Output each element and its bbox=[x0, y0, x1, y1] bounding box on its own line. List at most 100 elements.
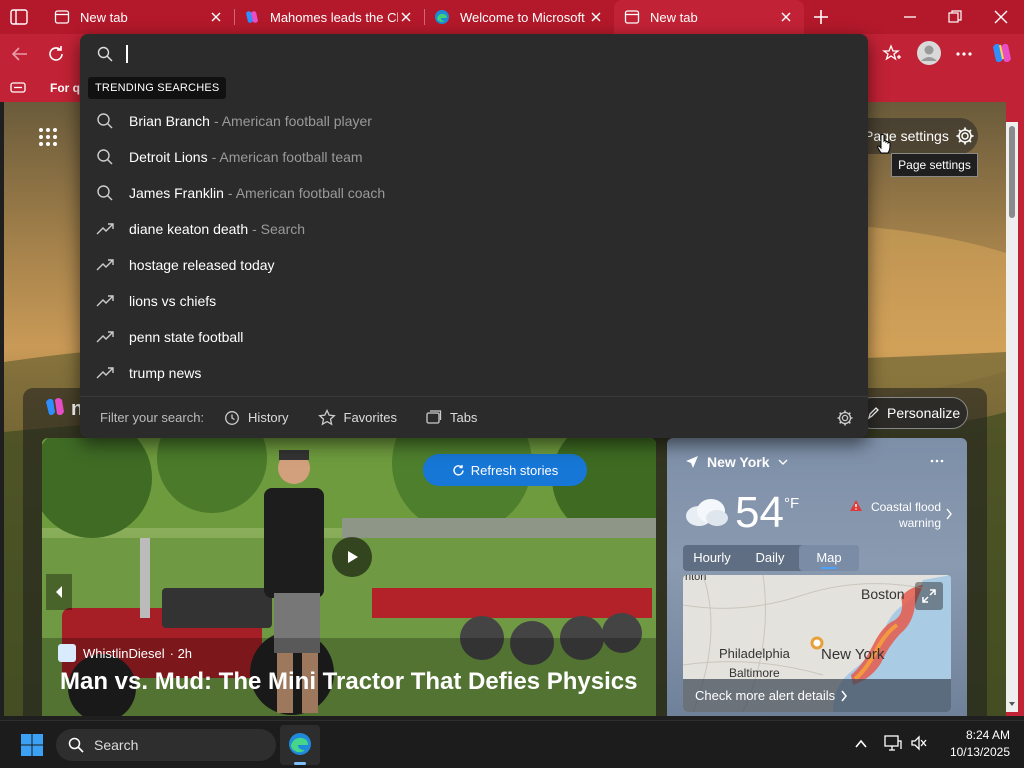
more-options-icon[interactable] bbox=[954, 44, 974, 64]
source-logo-icon bbox=[58, 644, 76, 662]
taskbar-edge-button[interactable] bbox=[280, 725, 320, 765]
tab-mahomes[interactable]: Mahomes leads the Chie bbox=[234, 0, 424, 34]
reading-icon[interactable] bbox=[10, 81, 26, 95]
star-icon bbox=[317, 409, 336, 426]
weather-alert[interactable]: Coastal flood warning bbox=[857, 499, 941, 531]
suggestion-text: Brian Branch bbox=[129, 113, 210, 129]
suggestion-item[interactable]: Detroit Lions - American football team bbox=[80, 139, 868, 175]
tab-new-tab-active[interactable]: New tab bbox=[614, 0, 804, 34]
search-settings-gear-icon[interactable] bbox=[836, 409, 854, 427]
weather-map[interactable]: nton Boston Philadelphia Baltimore New Y… bbox=[683, 575, 951, 712]
history-icon bbox=[224, 410, 240, 426]
suggestion-text: diane keaton death bbox=[129, 221, 249, 237]
filter-tabs[interactable]: Tabs bbox=[426, 410, 477, 425]
minimize-icon[interactable] bbox=[902, 8, 918, 26]
suggestion-item[interactable]: penn state football bbox=[80, 319, 868, 355]
edge-icon bbox=[288, 732, 312, 756]
copilot-icon[interactable] bbox=[990, 41, 1014, 65]
chevron-up-icon[interactable] bbox=[854, 737, 868, 751]
gear-icon bbox=[955, 126, 975, 146]
newtab-icon bbox=[54, 9, 70, 25]
trending-icon bbox=[96, 220, 114, 238]
alert-line-1: Coastal flood bbox=[870, 500, 941, 514]
story-headline[interactable]: Man vs. Mud: The Mini Tractor That Defie… bbox=[60, 668, 637, 696]
tab-hourly[interactable]: Hourly bbox=[683, 545, 741, 571]
pencil-icon bbox=[867, 406, 879, 420]
cloud-icon bbox=[683, 496, 729, 528]
tab-title: Welcome to Microsoft E bbox=[460, 9, 588, 25]
map-label-boston: Boston bbox=[861, 586, 905, 602]
temperature-unit: °F bbox=[784, 495, 800, 512]
mouse-cursor-icon bbox=[876, 134, 892, 158]
tab-selected-indicator bbox=[821, 567, 837, 569]
trending-icon bbox=[96, 256, 114, 274]
taskbar-search[interactable]: Search bbox=[56, 729, 276, 761]
suggestion-item[interactable]: Brian Branch - American football player bbox=[80, 103, 868, 139]
suggestion-item[interactable]: James Franklin - American football coach bbox=[80, 175, 868, 211]
chevron-right-icon[interactable] bbox=[945, 508, 953, 520]
display-icon[interactable] bbox=[884, 735, 902, 751]
msn-logo-icon bbox=[44, 396, 68, 420]
weather-tabs: Hourly Daily Map bbox=[683, 545, 859, 571]
tab-actions-icon[interactable] bbox=[10, 9, 28, 25]
suggestion-item[interactable]: diane keaton death - Search bbox=[80, 211, 868, 247]
windows-start-icon[interactable] bbox=[20, 733, 44, 757]
tab-daily[interactable]: Daily bbox=[741, 545, 799, 571]
filter-favorites[interactable]: Favorites bbox=[317, 409, 397, 426]
temperature: 54 bbox=[735, 488, 784, 537]
profile-avatar[interactable] bbox=[916, 40, 942, 66]
play-video-button[interactable] bbox=[332, 537, 372, 577]
expand-map-button[interactable] bbox=[915, 582, 943, 610]
search-icon bbox=[96, 148, 114, 166]
edge-icon bbox=[434, 9, 450, 25]
tab-new-tab-1[interactable]: New tab bbox=[44, 0, 234, 34]
close-window-icon[interactable] bbox=[993, 8, 1009, 26]
refresh-icon[interactable] bbox=[46, 44, 66, 64]
personalize-button[interactable]: Personalize bbox=[856, 397, 968, 429]
story-source[interactable]: WhistlinDiesel · 2h bbox=[58, 644, 192, 662]
tab-map[interactable]: Map bbox=[799, 545, 859, 571]
suggestion-text: James Franklin bbox=[129, 185, 224, 201]
tab-title: New tab bbox=[80, 9, 128, 25]
close-tab-icon[interactable] bbox=[778, 9, 794, 25]
previous-story-button[interactable] bbox=[46, 574, 72, 610]
trending-icon bbox=[96, 364, 114, 382]
clock[interactable]: 8:24 AM 10/13/2025 bbox=[940, 727, 1010, 761]
refresh-icon bbox=[452, 464, 465, 477]
app-launcher-icon[interactable] bbox=[38, 127, 58, 147]
speaker-muted-icon[interactable] bbox=[910, 735, 928, 751]
map-label-philadelphia: Philadelphia bbox=[719, 646, 790, 661]
filter-label: Filter your search: bbox=[100, 410, 205, 425]
close-tab-icon[interactable] bbox=[208, 9, 224, 25]
suggestion-item[interactable]: hostage released today bbox=[80, 247, 868, 283]
source-name: WhistlinDiesel bbox=[83, 645, 165, 661]
map-label-new-york: New York bbox=[821, 646, 885, 663]
weather-location[interactable]: New York bbox=[685, 454, 788, 470]
back-arrow-icon[interactable] bbox=[10, 44, 30, 64]
favorites-star-icon[interactable] bbox=[882, 44, 902, 64]
time: 8:24 AM bbox=[965, 728, 1010, 742]
filter-history[interactable]: History bbox=[224, 410, 289, 426]
tab-title: Mahomes leads the Chie bbox=[270, 9, 398, 25]
weather-card[interactable]: New York 54 °F Coastal flood warning Hou… bbox=[667, 438, 967, 716]
refresh-stories-button[interactable]: Refresh stories bbox=[423, 454, 587, 486]
close-tab-icon[interactable] bbox=[398, 9, 414, 25]
copilot-icon bbox=[244, 9, 260, 25]
page-scrollbar[interactable] bbox=[1006, 122, 1018, 712]
new-tab-plus-icon[interactable] bbox=[812, 8, 830, 26]
alert-details-link[interactable]: Check more alert details bbox=[683, 679, 951, 712]
restore-icon[interactable] bbox=[947, 8, 963, 26]
suggestion-text: penn state football bbox=[129, 329, 244, 345]
search-icon bbox=[97, 46, 113, 62]
weather-more-icon[interactable] bbox=[929, 454, 945, 468]
chevron-left-icon bbox=[54, 585, 64, 599]
suggestion-subtitle: - American football team bbox=[211, 149, 363, 165]
address-bar-input[interactable] bbox=[126, 42, 826, 66]
date: 10/13/2025 bbox=[949, 745, 1010, 759]
close-tab-icon[interactable] bbox=[588, 9, 604, 25]
tab-welcome-edge[interactable]: Welcome to Microsoft E bbox=[424, 0, 614, 34]
filter-history-label: History bbox=[248, 410, 289, 425]
suggestion-item[interactable]: trump news bbox=[80, 355, 868, 391]
filter-bar: Filter your search: History Favorites Ta… bbox=[80, 396, 868, 438]
suggestion-item[interactable]: lions vs chiefs bbox=[80, 283, 868, 319]
